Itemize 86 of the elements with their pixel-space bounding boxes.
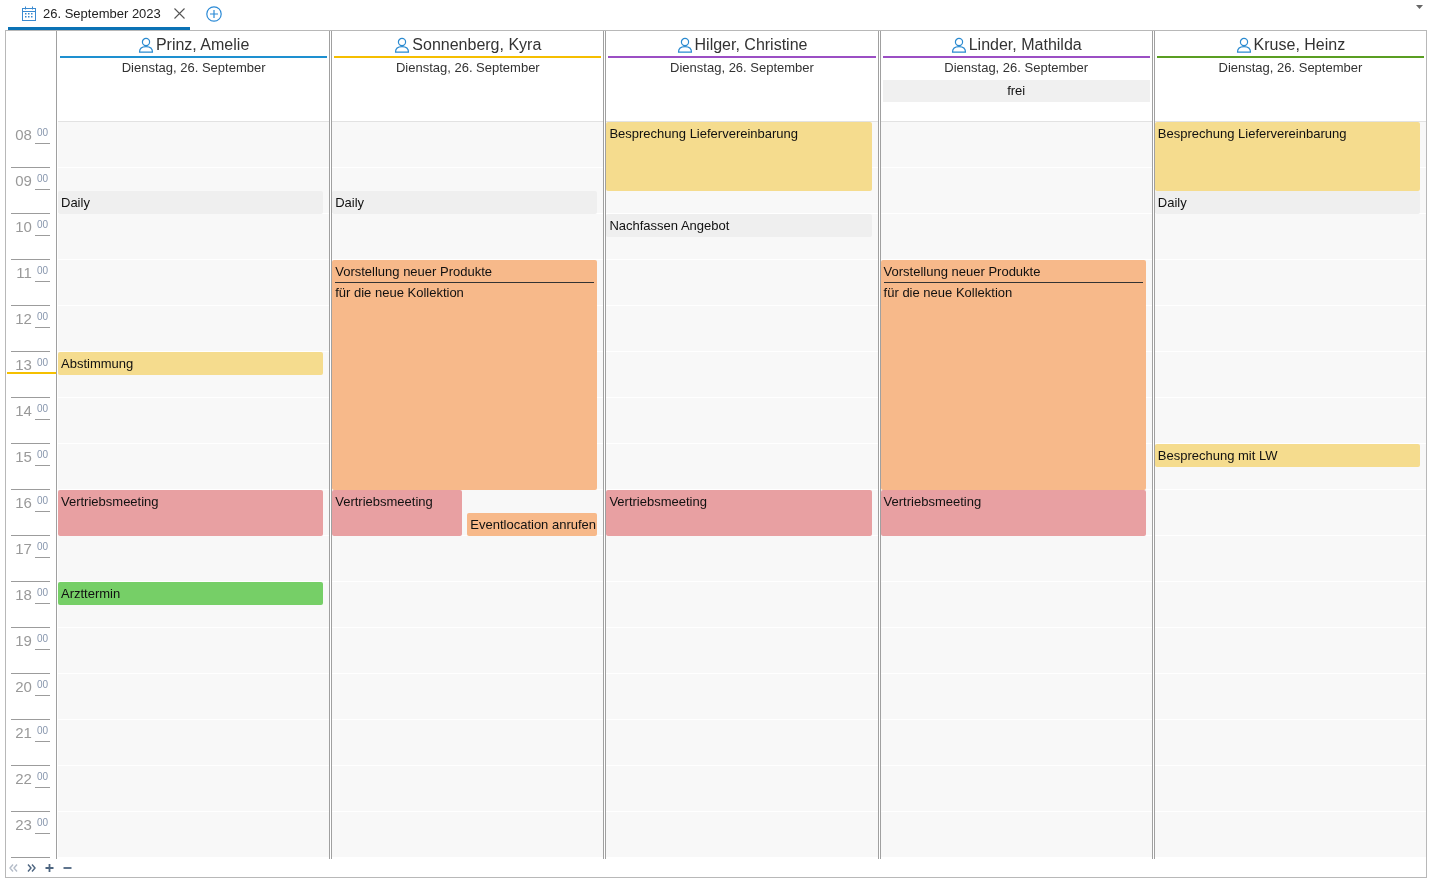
appointment-title: Vertriebsmeeting bbox=[61, 494, 159, 510]
hour-label: 18 bbox=[15, 587, 32, 602]
day-date-label: Dienstag, 26. September bbox=[670, 60, 814, 76]
hour-label: 13 bbox=[15, 357, 32, 372]
hour-label: 09 bbox=[15, 173, 32, 188]
minute-label: 00 bbox=[34, 771, 50, 788]
resource-name: Sonnenberg, Kyra bbox=[412, 35, 542, 55]
appointment[interactable]: Nachfassen Angebot bbox=[606, 214, 872, 237]
appointment-title: Vertriebsmeeting bbox=[335, 494, 433, 510]
plus-icon[interactable] bbox=[45, 864, 54, 872]
person-icon bbox=[676, 37, 693, 53]
minute-label: 00 bbox=[34, 219, 50, 236]
appointment[interactable]: Daily bbox=[1154, 191, 1420, 214]
day-date-label: Dienstag, 26. September bbox=[395, 60, 540, 76]
day-date-label: Dienstag, 26. September bbox=[121, 60, 266, 76]
resource-name: Linder, Mathilda bbox=[968, 35, 1082, 55]
hour-label: 14 bbox=[15, 403, 32, 418]
appointment-title: Abstimmung bbox=[61, 356, 134, 372]
resource-name: Hilger, Christine bbox=[694, 35, 808, 55]
appointment[interactable]: Vertriebsmeeting bbox=[58, 490, 324, 536]
dropdown-caret-icon[interactable] bbox=[1416, 5, 1423, 9]
minute-label: 00 bbox=[34, 495, 50, 512]
hour-label: 19 bbox=[15, 633, 32, 648]
appointment[interactable]: Besprechung mit LW bbox=[1154, 444, 1420, 467]
day-date-label: Dienstag, 26. September bbox=[1218, 60, 1363, 76]
hour-label: 23 bbox=[15, 817, 32, 832]
person-icon bbox=[950, 37, 967, 53]
minute-label: 00 bbox=[34, 265, 50, 282]
hour-label: 20 bbox=[15, 679, 32, 694]
appointment[interactable]: Abstimmung bbox=[58, 352, 324, 375]
calendar-icon bbox=[21, 5, 37, 22]
minute-label: 00 bbox=[34, 725, 50, 742]
hour-label: 21 bbox=[15, 725, 32, 740]
hour-label: 22 bbox=[15, 771, 32, 786]
minute-label: 00 bbox=[34, 541, 50, 558]
appointment-title: Daily bbox=[1157, 195, 1187, 211]
appointment-title: Vorstellung neuer Produkte bbox=[883, 264, 1143, 283]
hour-label: 11 bbox=[16, 265, 32, 280]
appointment-description: für die neue Kollektion bbox=[883, 285, 1013, 301]
minute-label: 00 bbox=[34, 587, 50, 604]
resource-name: Kruse, Heinz bbox=[1253, 35, 1346, 55]
hour-label: 16 bbox=[15, 495, 32, 510]
minute-label: 00 bbox=[34, 173, 50, 190]
minute-label: 00 bbox=[34, 679, 50, 696]
hour-label: 15 bbox=[15, 449, 32, 464]
appointment[interactable]: Vertriebsmeeting bbox=[606, 490, 872, 536]
all-day-appointment[interactable]: frei bbox=[882, 80, 1150, 102]
person-icon bbox=[137, 37, 154, 53]
appointment-title: Besprechung Liefervereinbarung bbox=[1157, 126, 1347, 142]
appointment-title: Daily bbox=[335, 195, 365, 211]
resource-name: Prinz, Amelie bbox=[155, 35, 250, 55]
minute-label: 00 bbox=[34, 127, 50, 144]
appointment[interactable]: Vorstellung neuer Produkte für die neue Kollektion bbox=[880, 260, 1146, 490]
appointment[interactable]: Daily bbox=[332, 191, 598, 214]
appointment-title: Vorstellung neuer Produkte bbox=[335, 264, 595, 283]
hour-label: 12 bbox=[15, 311, 32, 326]
person-icon bbox=[1235, 37, 1252, 53]
appointment[interactable]: Vertriebsmeeting bbox=[332, 490, 463, 536]
minus-icon[interactable] bbox=[63, 864, 72, 872]
appointment-title: Vertriebsmeeting bbox=[609, 494, 707, 510]
appointment[interactable]: Besprechung Liefervereinbarung bbox=[1154, 122, 1420, 191]
double-chevron-right-icon[interactable] bbox=[27, 864, 36, 872]
minute-label: 00 bbox=[34, 449, 50, 466]
appointment[interactable]: Vertriebsmeeting bbox=[880, 490, 1146, 536]
appointment[interactable]: Vorstellung neuer Produkte für die neue Kollektion bbox=[332, 260, 598, 490]
appointment-title: Nachfassen Angebot bbox=[609, 218, 730, 234]
minute-label: 00 bbox=[34, 633, 50, 650]
appointment[interactable]: Arzttermin bbox=[58, 582, 324, 605]
hour-label: 10 bbox=[15, 219, 32, 234]
appointment[interactable]: Besprechung Liefervereinbarung bbox=[606, 122, 872, 191]
appointment[interactable]: Daily bbox=[58, 191, 324, 214]
appointment-title: Arzttermin bbox=[61, 586, 121, 602]
appointment-description: für die neue Kollektion bbox=[335, 285, 464, 301]
add-tab-icon[interactable] bbox=[206, 6, 222, 22]
appointment-title: Besprechung Liefervereinbarung bbox=[609, 126, 799, 142]
close-icon[interactable] bbox=[174, 8, 185, 19]
minute-label: 00 bbox=[34, 403, 50, 420]
appointment-title: Besprechung mit LW bbox=[1157, 448, 1278, 464]
minute-label: 00 bbox=[34, 311, 50, 328]
appointment-title: Daily bbox=[61, 195, 90, 211]
appointment-title: Vertriebsmeeting bbox=[883, 494, 982, 510]
person-icon bbox=[394, 37, 411, 53]
hour-label: 08 bbox=[15, 127, 32, 142]
hour-label: 17 bbox=[15, 541, 32, 556]
minute-label: 00 bbox=[34, 817, 50, 834]
day-date-label: Dienstag, 26. September bbox=[944, 60, 1089, 76]
